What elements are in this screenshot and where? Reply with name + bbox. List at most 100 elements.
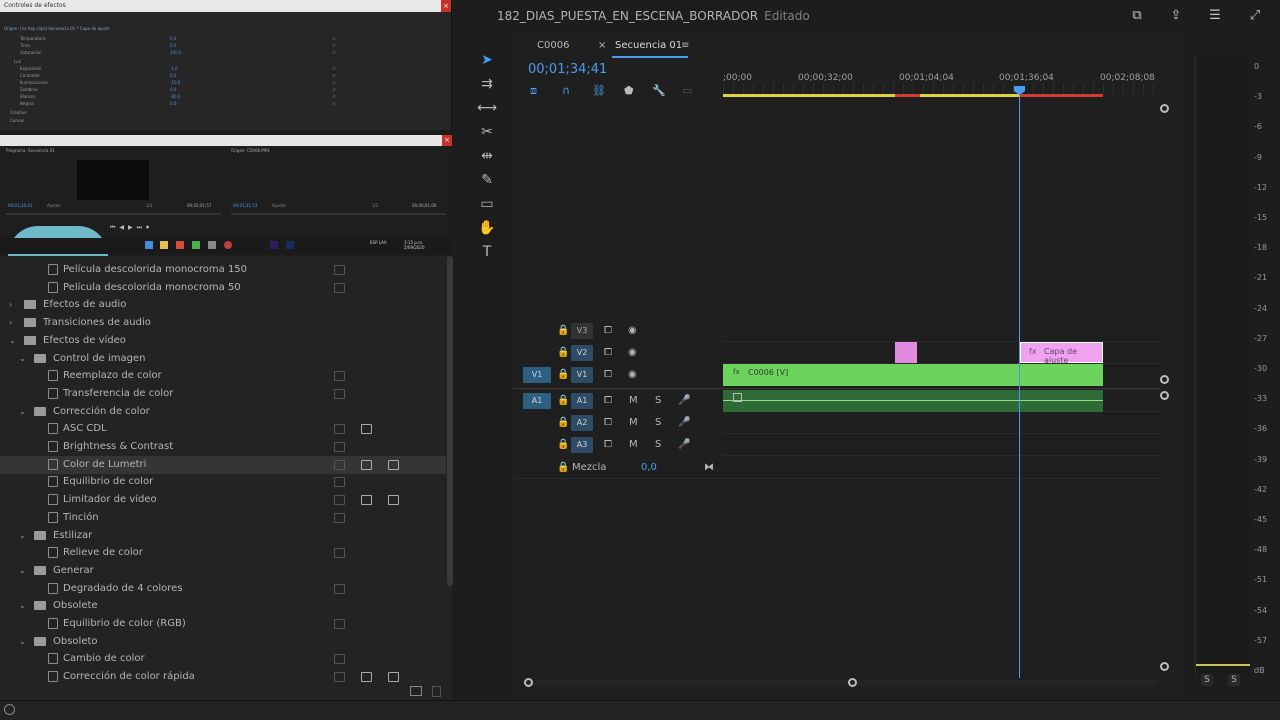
chevron-down-icon[interactable]: ⌄	[19, 562, 26, 580]
effects-item[interactable]: Brightness & Contrast	[0, 438, 446, 456]
app-icon[interactable]	[192, 241, 200, 249]
effects-item[interactable]: Reemplazo de color	[0, 367, 446, 385]
linked-selection-icon[interactable]: ⛓	[592, 84, 606, 97]
type-tool-icon[interactable]: T	[474, 242, 500, 262]
chevron-down-icon[interactable]: ⌄	[19, 350, 26, 368]
effects-item[interactable]: Equilibrio de color	[0, 473, 446, 491]
sync-lock-icon[interactable]: ⧠	[604, 437, 612, 453]
source-fit-select[interactable]: Ajustar	[272, 203, 286, 208]
scroll-knob[interactable]	[1160, 391, 1169, 400]
program-resolution[interactable]: 1/2	[146, 203, 152, 208]
source-resolution[interactable]: 1/2	[372, 203, 378, 208]
track-target-a1[interactable]: A1	[571, 393, 593, 409]
close-icon[interactable]: ×	[441, 0, 451, 12]
ec-row-value[interactable]: 0,0	[170, 101, 176, 106]
effects-folder[interactable]: ⌄ Obsoleto	[0, 633, 446, 651]
chevron-down-icon[interactable]: ⌄	[19, 403, 26, 421]
zoom-end-handle[interactable]	[848, 678, 857, 687]
tab-close-icon[interactable]: ×	[598, 40, 606, 51]
lock-icon[interactable]: 🔒	[557, 460, 569, 476]
track-target-v3[interactable]: V3	[571, 323, 593, 339]
eye-icon[interactable]: ◉	[628, 367, 637, 383]
settings-wrench-icon[interactable]: 🔧	[652, 84, 666, 97]
scroll-knob[interactable]	[524, 678, 533, 687]
playhead-line[interactable]	[1019, 88, 1020, 678]
ec-row-luz[interactable]: Luz	[14, 59, 21, 66]
sync-lock-icon[interactable]: ⧠	[604, 323, 612, 339]
fullscreen-icon[interactable]: ⤢	[1248, 9, 1262, 23]
effects-item[interactable]: Color de Lumetri	[0, 455, 446, 474]
new-bin-icon[interactable]	[410, 686, 422, 696]
ec-row-value[interactable]: -1,0	[170, 66, 178, 71]
taskbar-language[interactable]: ESP LAA	[370, 240, 387, 245]
close-icon[interactable]: ×	[442, 135, 452, 146]
clip-v1-c0006[interactable]: fx C0006 [V]	[723, 364, 1103, 386]
chevron-down-icon[interactable]: ⌄	[19, 597, 26, 615]
ec-row-value[interactable]: -60,0	[170, 94, 180, 99]
lock-icon[interactable]: 🔒	[557, 323, 569, 339]
track-target-v2[interactable]: V2	[571, 345, 593, 361]
effects-folder[interactable]: ⌄ Control de imagen	[0, 350, 446, 368]
eye-icon[interactable]: ◉	[628, 323, 637, 339]
lock-icon[interactable]: 🔒	[557, 437, 569, 453]
effects-item[interactable]: Corrección de color rápida	[0, 668, 446, 686]
transport-controls[interactable]: ⏮◀▶⏭⏺	[110, 224, 153, 232]
track-target-a3[interactable]: A3	[571, 437, 593, 453]
microphone-icon[interactable]: 🎤	[678, 437, 690, 453]
share-icon[interactable]: ⇪	[1169, 9, 1183, 23]
chevron-right-icon[interactable]: ›	[9, 314, 12, 332]
effects-item[interactable]: Transferencia de color	[0, 385, 446, 403]
effects-item[interactable]: Cambio de color	[0, 650, 446, 668]
chevron-down-icon[interactable]: ⌄	[19, 633, 26, 651]
microphone-icon[interactable]: 🎤	[678, 393, 690, 409]
mute-button[interactable]: M	[629, 437, 638, 453]
chrome-icon[interactable]	[224, 241, 232, 249]
scroll-knob[interactable]	[1160, 375, 1169, 384]
sync-lock-icon[interactable]: ⧠	[604, 415, 612, 431]
solo-button[interactable]: S	[655, 393, 661, 409]
source-patch-a1[interactable]: A1	[523, 393, 551, 409]
source-patch-v1[interactable]: V1	[523, 367, 551, 383]
program-monitor-tab[interactable]: Programa: Secuencia 01	[6, 148, 55, 153]
clip-v2-pink[interactable]	[895, 342, 917, 363]
track-target-a2[interactable]: A2	[571, 415, 593, 431]
app-icon[interactable]	[176, 241, 184, 249]
captions-icon[interactable]: ▭	[682, 84, 692, 97]
ec-row-value[interactable]: 0,0	[170, 73, 176, 78]
eye-icon[interactable]: ◉	[628, 345, 637, 361]
app-icon[interactable]	[208, 241, 216, 249]
solo-button[interactable]: S	[655, 415, 661, 431]
effects-item[interactable]: Limitador de vídeo	[0, 491, 446, 509]
effects-item[interactable]: Tinción	[0, 509, 446, 527]
clip-adjustment-layer[interactable]: fx Capa de ajuste	[1020, 342, 1103, 365]
effects-item[interactable]: ASC CDL	[0, 420, 446, 438]
mute-button[interactable]: M	[629, 415, 638, 431]
effects-item[interactable]: Relieve de color	[0, 544, 446, 562]
zoom-start-handle[interactable]	[524, 678, 533, 687]
insert-nest-icon[interactable]: ⧈	[530, 84, 537, 98]
effects-scrollbar[interactable]	[447, 256, 453, 586]
lock-icon[interactable]: 🔒	[557, 415, 569, 431]
track-target-v1[interactable]: V1	[571, 367, 593, 383]
effects-folder[interactable]: ⌄ Obsolete	[0, 597, 446, 615]
chevron-right-icon[interactable]: ›	[9, 296, 12, 314]
track-select-tool-icon[interactable]: ⇉	[474, 74, 500, 94]
sync-lock-icon[interactable]: ⧠	[604, 367, 612, 383]
taskbar-clock[interactable]: 3:15 p.m. 2/09/2020	[404, 240, 425, 250]
chevron-down-icon[interactable]: ⌄	[9, 332, 16, 350]
effects-item[interactable]: Degradado de 4 colores	[0, 580, 446, 598]
effects-folder[interactable]: ⌄ Corrección de color	[0, 403, 446, 421]
effects-item[interactable]: Película descolorida monocroma 50	[0, 279, 446, 297]
trash-icon[interactable]	[432, 686, 441, 697]
track-divider-handle[interactable]	[1160, 391, 1169, 400]
source-monitor-tab[interactable]: Origen: C0006.MP4	[231, 148, 270, 153]
microphone-icon[interactable]: 🎤	[678, 415, 690, 431]
effects-folder[interactable]: › Efectos de audio	[0, 296, 446, 314]
hand-tool-icon[interactable]: ✋	[474, 218, 500, 238]
tab-c0006[interactable]: C0006	[537, 40, 569, 51]
lock-icon[interactable]: 🔒	[557, 345, 569, 361]
ec-row-value[interactable]: 0,0	[170, 43, 176, 48]
ripple-edit-tool-icon[interactable]: ⟷	[474, 98, 500, 118]
track-divider-handle[interactable]	[1160, 375, 1169, 384]
add-marker-icon[interactable]: ⬟	[624, 84, 634, 97]
